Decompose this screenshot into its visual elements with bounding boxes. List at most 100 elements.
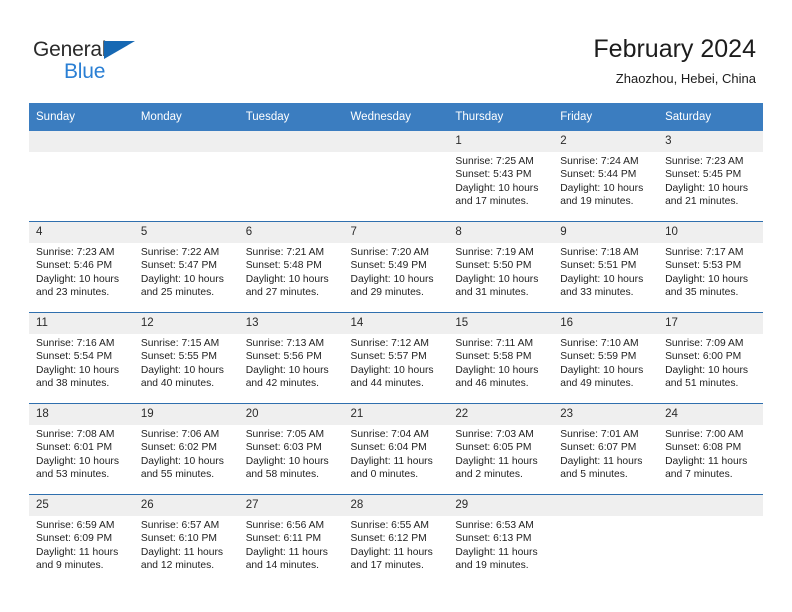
title-block: February 2024 Zhaozhou, Hebei, China: [593, 34, 756, 88]
day-sun-info: Sunrise: 7:03 AM Sunset: 6:05 PM Daylight:…: [448, 425, 553, 482]
sunset-text: Sunset: 5:49 PM: [350, 260, 427, 272]
day-sun-info: Sunrise: 7:04 AM Sunset: 6:04 PM Daylight:…: [344, 425, 449, 482]
logo-text-general: General: [33, 38, 107, 61]
day-number: 13: [238, 313, 344, 334]
sunset-text: Sunset: 6:07 PM: [560, 442, 637, 454]
daylight-text: Daylight: 10 hours and 35 minutes.: [665, 273, 749, 299]
calendar-day-cell[interactable]: 14 Sunrise: 7:12 AM Sunset: 5:57 PM Dayligh…: [343, 312, 449, 404]
calendar-day-cell[interactable]: 25 Sunrise: 6:59 AM Sunset: 6:09 PM Dayligh…: [29, 494, 134, 585]
calendar-day-cell[interactable]: 2 Sunrise: 7:24 AM Sunset: 5:44 PM Daylight…: [553, 131, 659, 222]
calendar-day-cell[interactable]: 10 Sunrise: 7:17 AM Sunset: 5:53 PM Dayligh…: [658, 221, 763, 313]
calendar-day-cell[interactable]: 7 Sunrise: 7:20 AM Sunset: 5:49 PM Daylight…: [343, 221, 449, 313]
day-sun-info: Sunrise: 7:17 AM Sunset: 5:53 PM Daylight:…: [658, 243, 763, 300]
calendar-day-cell[interactable]: 13 Sunrise: 7:13 AM Sunset: 5:56 PM Dayligh…: [238, 312, 344, 404]
day-number: 22: [448, 404, 554, 425]
calendar-day-cell[interactable]: 1 Sunrise: 7:25 AM Sunset: 5:43 PM Daylight…: [448, 131, 554, 222]
daylight-text: Daylight: 11 hours and 2 minutes.: [455, 455, 538, 481]
calendar-day-cell[interactable]: 28 Sunrise: 6:55 AM Sunset: 6:12 PM Dayligh…: [343, 494, 449, 585]
daylight-text: Daylight: 11 hours and 9 minutes.: [36, 546, 119, 572]
calendar-day-cell[interactable]: 3 Sunrise: 7:23 AM Sunset: 5:45 PM Daylight…: [658, 131, 763, 222]
day-number: 26: [133, 495, 239, 516]
day-number: 17: [658, 313, 763, 334]
calendar-day-cell-empty: [29, 131, 134, 222]
sunrise-text: Sunrise: 7:21 AM: [245, 247, 325, 258]
sunset-text: Sunset: 6:08 PM: [665, 442, 742, 454]
sunrise-text: Sunrise: 7:13 AM: [245, 338, 325, 349]
day-number: 19: [133, 404, 239, 425]
daylight-text: Daylight: 10 hours and 29 minutes.: [350, 273, 434, 299]
calendar-day-cell[interactable]: 17 Sunrise: 7:09 AM Sunset: 6:00 PM Dayligh…: [658, 312, 763, 404]
sunrise-text: Sunrise: 7:20 AM: [350, 247, 429, 258]
sunset-text: Sunset: 5:47 PM: [140, 260, 217, 272]
calendar-day-cell[interactable]: 9 Sunrise: 7:18 AM Sunset: 5:51 PM Daylight…: [553, 221, 659, 313]
calendar-day-cell[interactable]: 26 Sunrise: 6:57 AM Sunset: 6:10 PM Dayligh…: [133, 494, 239, 585]
sunset-text: Sunset: 5:48 PM: [245, 260, 322, 272]
calendar-week-row: 4 Sunrise: 7:23 AM Sunset: 5:46 PM Daylight…: [29, 221, 763, 313]
weekday-header-sunday: Sunday: [29, 103, 134, 131]
daylight-text: Daylight: 10 hours and 31 minutes.: [455, 273, 539, 299]
calendar-day-cell[interactable]: 20 Sunrise: 7:05 AM Sunset: 6:03 PM Dayligh…: [238, 403, 344, 495]
calendar-day-cell[interactable]: 15 Sunrise: 7:11 AM Sunset: 5:58 PM Dayligh…: [448, 312, 554, 404]
day-sun-info: Sunrise: 7:11 AM Sunset: 5:58 PM Daylight:…: [448, 334, 553, 391]
sunrise-text: Sunrise: 7:22 AM: [140, 247, 220, 258]
logo-triangle-icon: [104, 41, 135, 59]
calendar-day-cell[interactable]: 19 Sunrise: 7:06 AM Sunset: 6:02 PM Dayligh…: [133, 403, 239, 495]
day-number: 21: [343, 404, 449, 425]
daylight-text: Daylight: 11 hours and 17 minutes.: [350, 546, 433, 572]
sunset-text: Sunset: 5:46 PM: [36, 260, 113, 272]
sunset-text: Sunset: 6:11 PM: [245, 533, 322, 545]
sunrise-text: Sunrise: 7:04 AM: [350, 429, 429, 440]
calendar-day-cell[interactable]: 23 Sunrise: 7:01 AM Sunset: 6:07 PM Dayligh…: [553, 403, 659, 495]
sunrise-text: Sunrise: 7:19 AM: [455, 247, 534, 258]
calendar-day-cell[interactable]: 5 Sunrise: 7:22 AM Sunset: 5:47 PM Daylight…: [133, 221, 239, 313]
calendar-day-cell[interactable]: 16 Sunrise: 7:10 AM Sunset: 5:59 PM Dayligh…: [553, 312, 659, 404]
weekday-header-saturday: Saturday: [658, 103, 763, 131]
calendar-day-cell-empty: [553, 494, 659, 585]
calendar-table: Sunday Monday Tuesday Wednesday Thursday…: [29, 103, 763, 585]
calendar-day-cell[interactable]: 4 Sunrise: 7:23 AM Sunset: 5:46 PM Daylight…: [29, 221, 134, 313]
sunrise-text: Sunrise: 6:55 AM: [350, 520, 429, 531]
sunset-text: Sunset: 5:58 PM: [455, 351, 532, 363]
day-sun-info: Sunrise: 7:23 AM Sunset: 5:45 PM Daylight:…: [658, 152, 763, 209]
calendar-day-cell[interactable]: 11 Sunrise: 7:16 AM Sunset: 5:54 PM Dayligh…: [29, 312, 134, 404]
day-sun-info: Sunrise: 7:06 AM Sunset: 6:02 PM Daylight:…: [134, 425, 239, 482]
logo-text-blue: Blue: [64, 60, 106, 83]
calendar-day-cell[interactable]: 12 Sunrise: 7:15 AM Sunset: 5:55 PM Dayligh…: [133, 312, 239, 404]
day-sun-info: Sunrise: 6:53 AM Sunset: 6:13 PM Daylight:…: [448, 516, 553, 573]
sunrise-text: Sunrise: 7:03 AM: [455, 429, 534, 440]
sunset-text: Sunset: 6:00 PM: [665, 351, 742, 363]
calendar-day-cell[interactable]: 22 Sunrise: 7:03 AM Sunset: 6:05 PM Dayligh…: [448, 403, 554, 495]
day-sun-info: Sunrise: 7:12 AM Sunset: 5:57 PM Daylight:…: [344, 334, 449, 391]
day-number: 28: [343, 495, 449, 516]
calendar-day-cell[interactable]: 8 Sunrise: 7:19 AM Sunset: 5:50 PM Daylight…: [448, 221, 554, 313]
sunset-text: Sunset: 5:53 PM: [665, 260, 742, 272]
calendar-day-cell[interactable]: 29 Sunrise: 6:53 AM Sunset: 6:13 PM Dayligh…: [448, 494, 554, 585]
day-number: [343, 131, 449, 152]
weekday-header-tuesday: Tuesday: [238, 103, 344, 131]
sunset-text: Sunset: 5:51 PM: [560, 260, 637, 272]
weekday-header-friday: Friday: [553, 103, 659, 131]
calendar-day-cell[interactable]: 24 Sunrise: 7:00 AM Sunset: 6:08 PM Dayligh…: [658, 403, 763, 495]
day-number: 20: [238, 404, 344, 425]
calendar-day-cell[interactable]: 27 Sunrise: 6:56 AM Sunset: 6:11 PM Dayligh…: [238, 494, 344, 585]
day-number: 25: [29, 495, 134, 516]
day-sun-info: Sunrise: 7:18 AM Sunset: 5:51 PM Daylight:…: [553, 243, 658, 300]
calendar-day-cell[interactable]: 6 Sunrise: 7:21 AM Sunset: 5:48 PM Daylight…: [238, 221, 344, 313]
sunset-text: Sunset: 5:59 PM: [560, 351, 637, 363]
sunrise-text: Sunrise: 7:23 AM: [36, 247, 115, 258]
daylight-text: Daylight: 10 hours and 27 minutes.: [245, 273, 329, 299]
calendar-day-cell[interactable]: 18 Sunrise: 7:08 AM Sunset: 6:01 PM Dayligh…: [29, 403, 134, 495]
daylight-text: Daylight: 11 hours and 0 minutes.: [350, 455, 433, 481]
day-sun-info: Sunrise: 7:22 AM Sunset: 5:47 PM Daylight:…: [134, 243, 239, 300]
day-number: 16: [553, 313, 659, 334]
day-number: 24: [658, 404, 763, 425]
day-sun-info: Sunrise: 7:05 AM Sunset: 6:03 PM Daylight:…: [239, 425, 344, 482]
calendar-week-row: 18 Sunrise: 7:08 AM Sunset: 6:01 PM Dayligh…: [29, 403, 763, 495]
daylight-text: Daylight: 10 hours and 58 minutes.: [245, 455, 329, 481]
sunset-text: Sunset: 5:45 PM: [665, 169, 742, 181]
daylight-text: Daylight: 10 hours and 23 minutes.: [36, 273, 119, 299]
calendar-day-cell[interactable]: 21 Sunrise: 7:04 AM Sunset: 6:04 PM Dayligh…: [343, 403, 449, 495]
sunset-text: Sunset: 6:03 PM: [245, 442, 322, 454]
calendar-weekday-header: Sunday Monday Tuesday Wednesday Thursday…: [29, 103, 763, 131]
day-sun-info: Sunrise: 7:21 AM Sunset: 5:48 PM Daylight:…: [239, 243, 344, 300]
